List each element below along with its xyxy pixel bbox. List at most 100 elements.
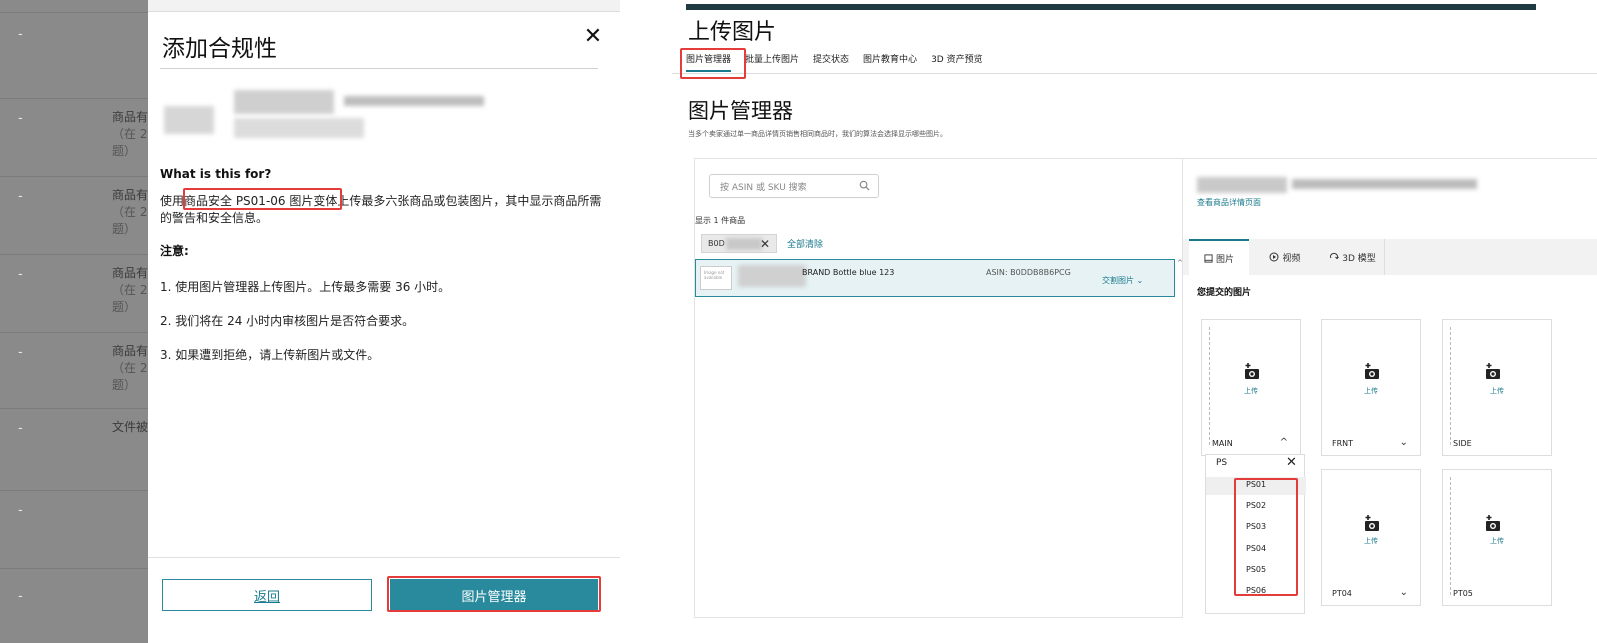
background-row: -	[0, 568, 148, 643]
upload-link[interactable]: 上传	[1443, 386, 1551, 396]
row-sub: 题）	[112, 144, 137, 158]
tab-bulk-upload[interactable]: 批量上传图片	[745, 52, 799, 72]
chevron-down-icon[interactable]: ⌄	[1400, 437, 1408, 448]
option-ps06[interactable]: PS06	[1246, 586, 1266, 595]
row-dash: -	[18, 267, 23, 282]
chip-label: B0D	[708, 239, 725, 248]
chevron-up-icon[interactable]: ^	[1280, 437, 1288, 448]
row-dash: -	[18, 345, 23, 360]
tabs-divider	[672, 73, 1597, 74]
search-input[interactable]: 按 ASIN 或 SKU 搜索	[709, 174, 879, 198]
camera-add-icon	[1486, 363, 1500, 379]
redacted-product-name	[1197, 177, 1477, 195]
background-row: - 商品有 （在 2 题）	[0, 98, 148, 176]
dropdown-close-icon[interactable]: ✕	[1286, 455, 1297, 470]
redacted-product-title	[738, 265, 806, 287]
product-row[interactable]: Image not available BRAND Bottle blue 12…	[695, 259, 1175, 297]
tab-video[interactable]: 视频	[1257, 239, 1313, 275]
media-tabs: 图片 视频 3D 模型	[1183, 239, 1597, 275]
upload-link[interactable]: 上传	[1322, 386, 1420, 396]
row-dash: -	[18, 503, 23, 518]
filter-chip: B0D ✕	[701, 234, 777, 253]
row-dash: -	[18, 27, 23, 42]
tab-video-label: 视频	[1282, 253, 1301, 264]
product-asin: ASIN: B0DDB8B6PCG	[986, 268, 1071, 277]
image-slot-frnt[interactable]: 上传 FRNT ⌄	[1321, 319, 1421, 456]
option-ps02[interactable]: PS02	[1246, 501, 1266, 510]
background-row: - 商品有 （在 2 题）	[0, 254, 148, 332]
row-text: 文件被	[112, 419, 148, 436]
upload-link[interactable]: 上传	[1322, 536, 1420, 546]
tab-3d-model[interactable]: 3D 模型	[1321, 239, 1385, 275]
clear-all-link[interactable]: 全部清除	[787, 237, 823, 250]
compliance-panel: - - 商品有 （在 2 题） - 商品有 （在 2 题） - 商品有 （在 2…	[0, 0, 620, 643]
row-title: 商品有	[112, 266, 148, 280]
note-heading: 注意:	[160, 244, 189, 258]
image-slot-pt05[interactable]: 上传 PT05	[1442, 469, 1552, 606]
background-overlay: - - 商品有 （在 2 题） - 商品有 （在 2 题） - 商品有 （在 2…	[0, 0, 148, 643]
variant-filter-input[interactable]: PS	[1216, 458, 1227, 468]
camera-add-icon	[1365, 515, 1379, 531]
tab-image-education[interactable]: 图片教育中心	[863, 52, 917, 72]
row-dash: -	[18, 111, 23, 126]
footer-divider	[148, 557, 620, 558]
tab-image-manager[interactable]: 图片管理器	[686, 52, 732, 72]
camera-add-icon	[1486, 515, 1500, 531]
play-icon	[1269, 252, 1279, 262]
row-dash: -	[18, 589, 23, 604]
image-slot-side[interactable]: 上传 SIDE	[1442, 319, 1552, 456]
modal-title: 添加合规性	[162, 36, 277, 62]
search-placeholder: 按 ASIN 或 SKU 搜索	[720, 182, 807, 193]
row-sub: （在 2	[112, 127, 148, 141]
result-count: 显示 1 件商品	[695, 216, 746, 225]
image-slot-pt04[interactable]: 上传 PT04 ⌄	[1321, 469, 1421, 606]
section-title: 图片管理器	[688, 99, 793, 123]
row-dash: -	[18, 189, 23, 204]
upload-link[interactable]: 上传	[1443, 536, 1551, 546]
background-row: -	[0, 490, 148, 568]
background-row: - 商品有 （在 2 题）	[0, 332, 148, 408]
row-text: 商品有 （在 2 题）	[112, 187, 148, 238]
chevron-down-icon[interactable]: ⌄	[1400, 587, 1408, 598]
camera-add-icon	[1245, 363, 1259, 379]
slot-label: SIDE	[1453, 439, 1472, 448]
tab-3d-preview[interactable]: 3D 资产预览	[931, 52, 983, 72]
note-item: 3. 如果遭到拒绝，请上传新图片或文件。	[160, 348, 380, 362]
search-icon[interactable]	[859, 180, 870, 191]
view-detail-page-link[interactable]: 查看商品详情页面	[1197, 197, 1261, 208]
row-title: 商品有	[112, 110, 148, 124]
row-title: 商品有	[112, 344, 148, 358]
image-icon	[1204, 253, 1213, 263]
page-tabs: 图片管理器 批量上传图片 提交状态 图片教育中心 3D 资产预览	[686, 52, 983, 72]
product-list-pane: 按 ASIN 或 SKU 搜索 显示 1 件商品 B0D ✕ 全部清除 Imag…	[694, 158, 1183, 618]
image-manager-button[interactable]: 图片管理器	[390, 579, 598, 611]
back-button[interactable]: 返回	[162, 579, 372, 611]
what-is-this-heading: What is this for?	[160, 167, 272, 181]
slot-label: PT04	[1332, 589, 1352, 598]
tab-3d-model-label: 3D 模型	[1342, 253, 1376, 264]
option-ps03[interactable]: PS03	[1246, 522, 1266, 531]
redacted-product-image	[164, 88, 484, 144]
row-title: 文件被	[112, 420, 148, 434]
tab-images[interactable]: 图片	[1189, 239, 1249, 275]
row-text: 商品有 （在 2 题）	[112, 109, 148, 160]
chip-close-icon[interactable]: ✕	[760, 237, 770, 251]
slot-label: FRNT	[1332, 439, 1354, 448]
upload-link[interactable]: 上传	[1202, 386, 1300, 396]
product-images-link[interactable]: 交割图片 ⌄	[1102, 275, 1143, 286]
tab-submission-status[interactable]: 提交状态	[813, 52, 849, 72]
product-name: BRAND Bottle blue 123	[802, 268, 895, 277]
slot-label: MAIN	[1212, 439, 1233, 448]
tab-images-label: 图片	[1215, 254, 1234, 265]
section-description: 当多个卖家通过单一商品详情页销售相同商品时，我们的算法会选择显示哪些图片。	[688, 130, 947, 138]
close-button[interactable]: ✕	[582, 26, 604, 48]
image-slot-main[interactable]: 上传 MAIN ^	[1201, 319, 1301, 456]
option-ps05[interactable]: PS05	[1246, 565, 1266, 574]
row-sub: 题）	[112, 300, 137, 314]
row-text: 商品有 （在 2 题）	[112, 343, 148, 394]
option-ps01[interactable]: PS01	[1246, 480, 1266, 489]
row-dash: -	[18, 421, 23, 436]
slot-label: PT05	[1453, 589, 1473, 598]
note-item: 1. 使用图片管理器上传图片。上传最多需要 36 小时。	[160, 280, 451, 294]
option-ps04[interactable]: PS04	[1246, 544, 1266, 553]
